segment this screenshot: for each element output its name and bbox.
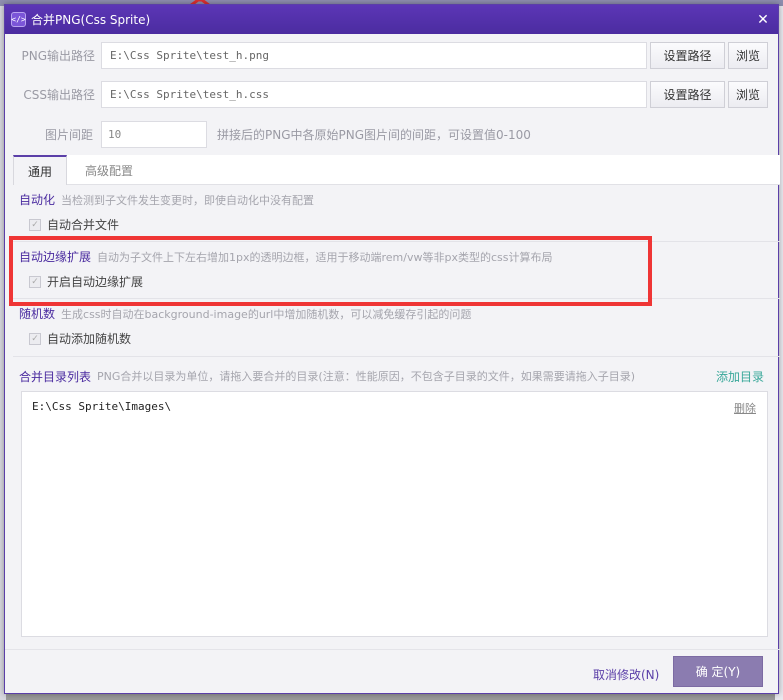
dir-list-box[interactable]: E:\Css Sprite\Images\ 删除 xyxy=(21,391,768,637)
dir-path: E:\Css Sprite\Images\ xyxy=(32,400,172,413)
window-title: 合并PNG(Css Sprite) xyxy=(31,13,151,27)
random-section: 随机数 生成css时自动在background-image的url中增加随机数，可… xyxy=(19,305,471,347)
tab-general[interactable]: 通用 xyxy=(13,155,67,185)
spacing-input[interactable]: 10 xyxy=(101,121,207,148)
random-checkbox[interactable]: ✓ xyxy=(29,332,41,345)
css-output-input[interactable]: E:\Css Sprite\test_h.css xyxy=(101,80,647,108)
automation-section: 自动化 当检测到子文件发生变更时，即使自动化中没有配置 ✓ 自动合并文件 xyxy=(19,191,314,233)
png-output-input[interactable]: E:\Css Sprite\test_h.png xyxy=(101,41,647,69)
highlight-annotation-box xyxy=(9,236,652,306)
dir-list-title: 合并目录列表 xyxy=(19,369,92,384)
cancel-button[interactable]: 取消修改(N) xyxy=(593,666,659,683)
auto-merge-label: 自动合并文件 xyxy=(47,218,120,232)
add-directory-link[interactable]: 添加目录 xyxy=(716,368,764,385)
merge-png-dialog: </> 合并PNG(Css Sprite) ✕ PNG输出路径 E:\Css S… xyxy=(4,4,780,694)
dir-list-header: 合并目录列表 PNG合并以目录为单位，请拖入要合并的目录(注意：性能原因，不包含… xyxy=(19,363,764,389)
css-output-label: CSS输出路径 xyxy=(23,87,95,102)
png-output-row: PNG输出路径 E:\Css Sprite\test_h.png 设置路径 浏览 xyxy=(5,40,780,70)
random-title: 随机数 xyxy=(19,307,56,321)
close-button[interactable]: ✕ xyxy=(748,5,778,34)
ok-button[interactable]: 确 定(Y) xyxy=(673,656,763,687)
list-item[interactable]: E:\Css Sprite\Images\ 删除 xyxy=(32,400,756,416)
tab-advanced[interactable]: 高级配置 xyxy=(71,155,147,185)
css-browse-button[interactable]: 浏览 xyxy=(728,80,768,108)
png-set-path-button[interactable]: 设置路径 xyxy=(650,41,725,69)
title-bar: </> 合并PNG(Css Sprite) ✕ xyxy=(5,5,778,34)
tab-bar: 通用 高级配置 xyxy=(13,155,780,185)
png-output-label: PNG输出路径 xyxy=(21,48,95,63)
random-label: 自动添加随机数 xyxy=(47,332,132,346)
divider xyxy=(13,356,780,357)
footer-divider xyxy=(5,649,780,650)
dir-list-desc: PNG合并以目录为单位，请拖入要合并的目录(注意：性能原因，不包含子目录的文件，… xyxy=(97,370,635,383)
delete-link[interactable]: 删除 xyxy=(734,400,756,416)
spacing-label: 图片间距 xyxy=(44,128,93,142)
random-desc: 生成css时自动在background-image的url中增加随机数，可以减免… xyxy=(61,308,472,321)
spacing-hint: 拼接后的PNG中各原始PNG图片间的间距，可设置值0-100 xyxy=(217,128,531,142)
css-output-row: CSS输出路径 E:\Css Sprite\test_h.css 设置路径 浏览 xyxy=(5,79,780,109)
auto-merge-checkbox[interactable]: ✓ xyxy=(29,218,41,231)
automation-title: 自动化 xyxy=(19,193,56,207)
automation-desc: 当检测到子文件发生变更时，即使自动化中没有配置 xyxy=(61,194,315,207)
css-set-path-button[interactable]: 设置路径 xyxy=(650,80,725,108)
code-icon: </> xyxy=(11,12,26,27)
png-browse-button[interactable]: 浏览 xyxy=(728,41,768,69)
